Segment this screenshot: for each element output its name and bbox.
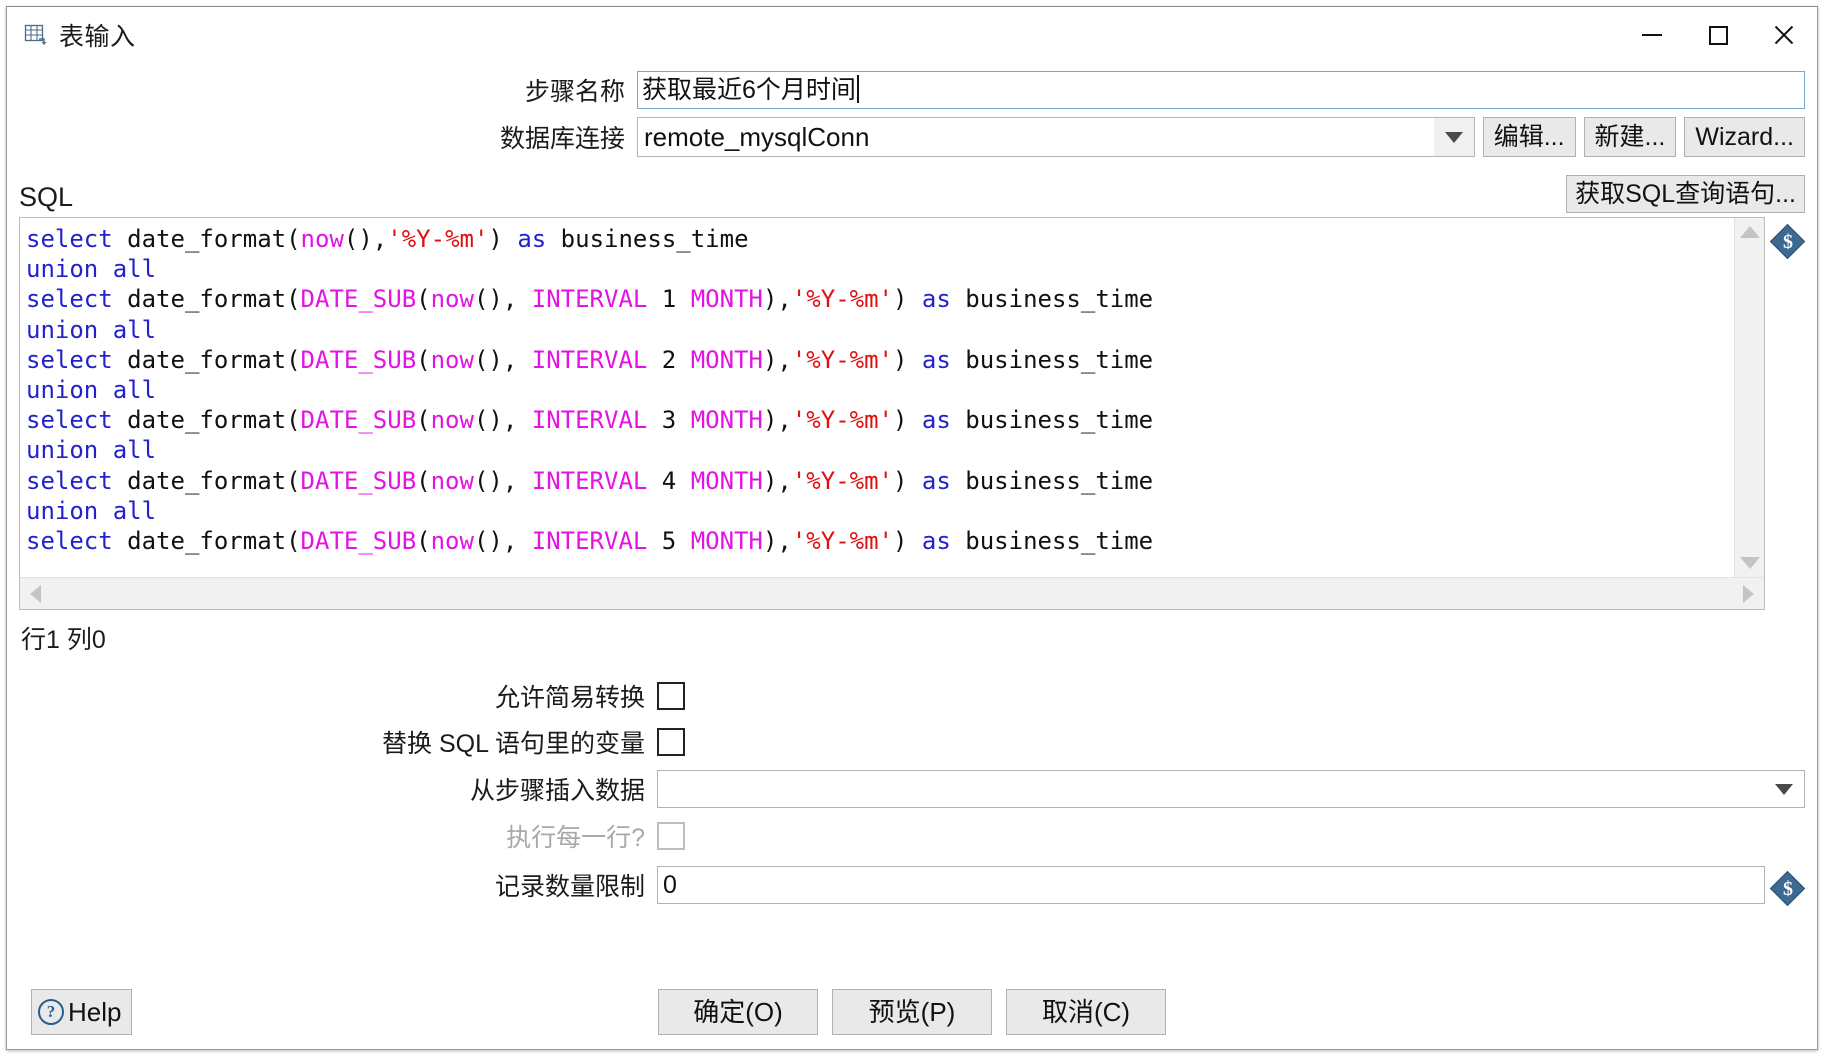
sql-code-line: select date_format(now(),'%Y-%m') as bus… bbox=[26, 225, 749, 253]
dialog-body: 步骤名称 获取最近6个月时间 数据库连接 remote_mysqlConn 编辑… bbox=[7, 63, 1817, 1049]
options-section: 允许简易转换 替换 SQL 语句里的变量 从步骤插入数据 执行每一行? 记录数量… bbox=[19, 668, 1806, 907]
scroll-left-icon[interactable] bbox=[30, 584, 41, 603]
sql-vertical-scrollbar[interactable] bbox=[1734, 218, 1764, 577]
sql-code-line: union all bbox=[26, 376, 157, 405]
cursor-position-status: 行1 列0 bbox=[21, 626, 106, 654]
sql-code-line: select date_format(DATE_SUB(now(), INTER… bbox=[26, 466, 1154, 495]
close-button[interactable] bbox=[1751, 7, 1817, 63]
row-limit-input[interactable]: 0 bbox=[657, 866, 1765, 904]
scroll-down-icon[interactable] bbox=[1739, 557, 1760, 569]
variable-substitution-icon[interactable]: $ bbox=[1769, 870, 1806, 907]
sql-editor-inner: select date_format(now(),'%Y-%m') as bus… bbox=[20, 218, 1764, 577]
variable-substitution-icon[interactable]: $ bbox=[1769, 223, 1806, 260]
footer-action-buttons: 确定(O) 预览(P) 取消(C) bbox=[19, 989, 1805, 1035]
sql-code-line: select date_format(DATE_SUB(now(), INTER… bbox=[26, 406, 1154, 435]
edit-connection-button[interactable]: 编辑... bbox=[1482, 117, 1576, 157]
text-caret bbox=[856, 75, 859, 103]
chevron-down-icon[interactable] bbox=[1433, 118, 1474, 156]
table-input-icon bbox=[23, 22, 49, 48]
sql-horizontal-scrollbar[interactable] bbox=[20, 577, 1764, 609]
step-name-input[interactable]: 获取最近6个月时间 bbox=[637, 71, 1805, 109]
sql-code-line: union all bbox=[26, 496, 157, 525]
maximize-icon bbox=[1708, 25, 1728, 45]
wizard-button[interactable]: Wizard... bbox=[1684, 117, 1805, 157]
new-connection-button[interactable]: 新建... bbox=[1583, 117, 1677, 157]
scroll-up-icon[interactable] bbox=[1739, 226, 1760, 238]
replace-variables-row: 替换 SQL 语句里的变量 bbox=[19, 724, 1805, 760]
insert-data-from-step-label: 从步骤插入数据 bbox=[469, 777, 645, 805]
connection-value: remote_mysqlConn bbox=[644, 121, 870, 152]
lazy-conversion-row: 允许简易转换 bbox=[19, 678, 1805, 714]
sql-code-line: select date_format(DATE_SUB(now(), INTER… bbox=[26, 345, 1154, 374]
replace-variables-checkbox[interactable] bbox=[657, 728, 685, 756]
chevron-down-icon[interactable] bbox=[1764, 770, 1804, 808]
lazy-conversion-label: 允许简易转换 bbox=[494, 684, 645, 712]
connection-row: 数据库连接 remote_mysqlConn 编辑... 新建... Wizar… bbox=[19, 117, 1805, 157]
help-button[interactable]: ? Help bbox=[31, 989, 133, 1035]
execute-each-row-label: 执行每一行? bbox=[506, 824, 645, 852]
sql-editor-area: select date_format(now(),'%Y-%m') as bus… bbox=[19, 217, 1806, 610]
minimize-icon bbox=[1642, 34, 1662, 36]
window-title: 表输入 bbox=[59, 23, 136, 51]
maximize-button[interactable] bbox=[1685, 7, 1751, 63]
sql-code-line: select date_format(DATE_SUB(now(), INTER… bbox=[26, 285, 1154, 314]
sql-section-label: SQL bbox=[19, 182, 74, 212]
help-button-label: Help bbox=[68, 996, 122, 1027]
sql-header: SQL 获取SQL查询语句... bbox=[19, 169, 1805, 213]
scroll-right-icon[interactable] bbox=[1743, 584, 1754, 603]
connection-combobox[interactable]: remote_mysqlConn bbox=[637, 117, 1475, 157]
connection-label: 数据库连接 bbox=[499, 125, 625, 153]
variable-icon-glyph: $ bbox=[1783, 230, 1793, 253]
replace-variables-label: 替换 SQL 语句里的变量 bbox=[382, 730, 645, 758]
execute-each-row-row: 执行每一行? bbox=[19, 818, 1805, 854]
table-input-dialog: 表输入 步骤名称 获取最近6个月时间 数据库连接 remote_mysqlCon… bbox=[6, 6, 1818, 1050]
sql-code-line: union all bbox=[26, 315, 157, 344]
variable-icon-glyph: $ bbox=[1783, 877, 1793, 900]
preview-button[interactable]: 预览(P) bbox=[832, 989, 992, 1035]
step-name-row: 步骤名称 获取最近6个月时间 bbox=[19, 71, 1805, 109]
sql-code-line: select date_format(DATE_SUB(now(), INTER… bbox=[26, 527, 1154, 556]
row-limit-label: 记录数量限制 bbox=[494, 873, 645, 901]
dialog-footer: ? Help 确定(O) 预览(P) 取消(C) bbox=[19, 975, 1805, 1049]
step-name-value: 获取最近6个月时间 bbox=[642, 76, 856, 104]
row-limit-row: 记录数量限制 0 $ bbox=[19, 864, 1806, 907]
execute-each-row-checkbox bbox=[657, 822, 685, 850]
minimize-button[interactable] bbox=[1619, 7, 1685, 63]
lazy-conversion-checkbox[interactable] bbox=[657, 682, 685, 710]
get-sql-statement-button[interactable]: 获取SQL查询语句... bbox=[1566, 175, 1805, 213]
titlebar: 表输入 bbox=[7, 7, 1817, 63]
sql-code-line: union all bbox=[26, 436, 157, 465]
insert-data-from-step-row: 从步骤插入数据 bbox=[19, 770, 1805, 808]
ok-button[interactable]: 确定(O) bbox=[658, 989, 818, 1035]
close-icon bbox=[1772, 23, 1796, 47]
insert-data-from-step-combobox[interactable] bbox=[657, 770, 1805, 808]
question-mark-icon: ? bbox=[38, 999, 64, 1025]
sql-code-line: union all bbox=[26, 255, 157, 284]
cancel-button[interactable]: 取消(C) bbox=[1006, 989, 1166, 1035]
sql-editor-box: select date_format(now(),'%Y-%m') as bus… bbox=[19, 217, 1765, 610]
window-controls bbox=[1619, 7, 1817, 63]
sql-code-text[interactable]: select date_format(now(),'%Y-%m') as bus… bbox=[20, 218, 1734, 577]
step-name-label: 步骤名称 bbox=[524, 78, 625, 106]
